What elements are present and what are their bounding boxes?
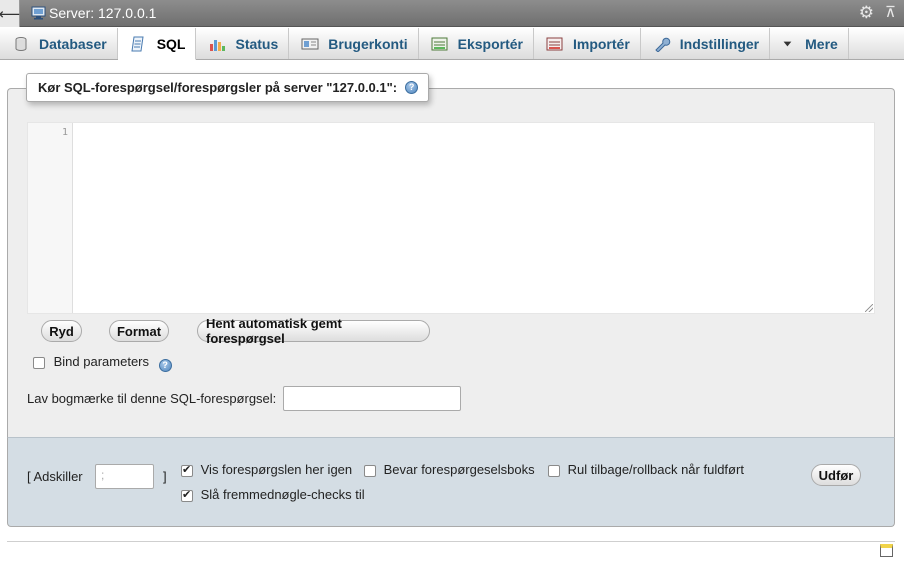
collapse-icon[interactable]: ⊼: [885, 5, 896, 21]
help-icon[interactable]: ?: [405, 81, 419, 94]
delimiter-open-label: [ Adskiller: [27, 469, 83, 484]
divider: [7, 541, 895, 542]
tab-settings[interactable]: Indstillinger: [641, 28, 771, 59]
title-bar: ⟵ Server: 127.0.0.1 ⚙ ⊼: [0, 0, 904, 27]
bookmark-label: Lav bogmærke til denne SQL-forespørgsel:: [27, 391, 277, 406]
tab-sql[interactable]: SQL: [117, 28, 197, 60]
format-button[interactable]: Format: [109, 320, 169, 342]
sql-icon: [131, 36, 144, 51]
tab-status[interactable]: Status: [196, 28, 290, 59]
resize-handle[interactable]: [865, 304, 873, 312]
tab-import[interactable]: Importér: [534, 28, 641, 59]
rollback-checkbox[interactable]: [548, 464, 560, 477]
retain-box-label: Bevar forespørgeselsboks: [383, 462, 535, 477]
bookmark-input[interactable]: [283, 386, 461, 411]
bind-parameters-checkbox[interactable]: [33, 356, 45, 369]
back-arrow-icon[interactable]: ⟵: [0, 0, 20, 27]
tab-more[interactable]: Mere: [770, 28, 849, 59]
bind-parameters-label: Bind parameters: [53, 354, 150, 369]
export-icon: [431, 37, 448, 50]
tab-export[interactable]: Eksportér: [419, 28, 534, 59]
tab-user-accounts[interactable]: Brugerkonti: [289, 28, 419, 59]
bind-parameters-row: Bind parameters ?: [33, 354, 172, 372]
rollback-option: Rul tilbage/rollback når fuldført: [548, 462, 744, 477]
clear-button[interactable]: Ryd: [41, 320, 82, 342]
database-icon: [15, 36, 27, 51]
sql-panel-title: Kør SQL-forespørgsel/forespørgsler på se…: [38, 80, 398, 95]
fk-checks-label: Slå fremmednøgle-checks til: [200, 487, 365, 502]
main-tabs: Databaser SQL Status Brugerkonti Eksport…: [0, 28, 904, 60]
user-accounts-icon: [301, 38, 319, 49]
line-number-gutter: 1: [28, 123, 73, 313]
go-button[interactable]: Udfør: [811, 464, 861, 486]
server-icon: [31, 6, 46, 20]
show-query-checkbox[interactable]: [181, 463, 193, 477]
fk-checks-option: Slå fremmednøgle-checks til: [181, 487, 365, 502]
retain-box-checkbox[interactable]: [364, 464, 376, 477]
show-query-label: Vis forespørgslen her igen: [200, 462, 353, 477]
retain-box-option: Bevar forespørgeselsboks: [364, 462, 535, 477]
bind-parameters-help-icon[interactable]: ?: [158, 359, 172, 372]
caret-down-icon: [783, 41, 792, 46]
status-chart-icon: [210, 39, 226, 51]
tab-databases[interactable]: Databaser: [0, 28, 118, 59]
import-icon: [546, 37, 563, 50]
show-query-option: Vis forespørgslen her igen: [181, 462, 352, 477]
sql-panel-legend: Kør SQL-forespørgsel/forespørgsler på se…: [26, 73, 430, 102]
wrench-icon: [655, 37, 671, 52]
delimiter-close-label: ]: [163, 469, 167, 484]
get-autosaved-query-button[interactable]: Hent automatisk gemt forespørgsel: [197, 316, 430, 346]
gear-icon[interactable]: ⚙: [859, 4, 874, 22]
fk-checks-checkbox[interactable]: [181, 488, 193, 502]
sql-query-editor[interactable]: 1: [27, 122, 875, 314]
rollback-label: Rul tilbage/rollback når fuldført: [567, 462, 744, 477]
line-number: 1: [61, 127, 68, 138]
delimiter-input[interactable]: ;: [95, 464, 154, 489]
console-icon[interactable]: [880, 544, 893, 557]
server-breadcrumb[interactable]: Server: 127.0.0.1: [49, 5, 156, 21]
